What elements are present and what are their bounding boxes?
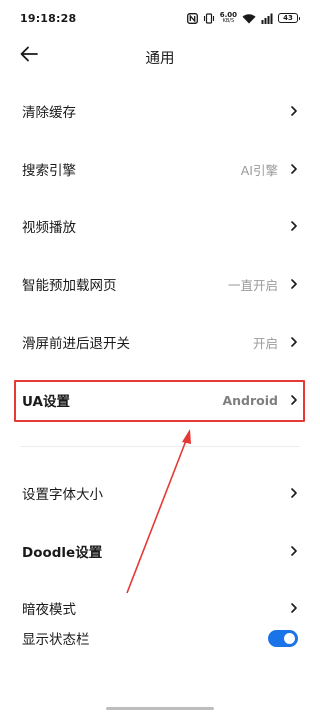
home-indicator[interactable]	[106, 707, 214, 710]
status-bar: 19:18:28 6.00 KB/S 43	[0, 0, 320, 36]
toggle-knob	[284, 632, 295, 644]
section-divider	[20, 446, 300, 447]
title-bar: 通用	[0, 36, 320, 76]
setting-value: 开启	[252, 335, 278, 351]
status-icons: 6.00 KB/S 43	[186, 12, 300, 25]
battery-icon: 43	[278, 13, 300, 23]
battery-level: 43	[283, 14, 293, 22]
setting-video-playback[interactable]: 视频播放	[0, 204, 320, 248]
chevron-right-icon	[290, 545, 298, 557]
setting-show-status-bar: 显示状态栏	[0, 616, 320, 660]
page-title: 通用	[145, 51, 175, 67]
setting-font-size[interactable]: 设置字体大小	[0, 471, 320, 515]
setting-label: UA设置	[22, 394, 70, 410]
chevron-right-icon	[290, 278, 298, 290]
setting-value: 一直开启	[227, 277, 278, 293]
chevron-right-icon	[290, 163, 298, 175]
setting-search-engine[interactable]: 搜索引擎 AI引擎	[0, 147, 320, 191]
net-speed-unit: KB/S	[222, 18, 235, 24]
chevron-right-icon	[290, 487, 298, 499]
setting-doodle[interactable]: Doodle设置	[0, 529, 320, 573]
setting-label: Doodle设置	[22, 545, 103, 561]
setting-label: 搜索引擎	[22, 163, 76, 179]
setting-label: 暗夜模式	[22, 602, 76, 618]
cellular-signal-icon	[261, 13, 273, 24]
setting-label: 清除缓存	[22, 105, 76, 121]
chevron-right-icon	[290, 220, 298, 232]
status-time: 19:18:28	[20, 11, 77, 25]
setting-smart-preload[interactable]: 智能预加载网页 一直开启	[0, 262, 320, 306]
chevron-right-icon	[290, 336, 298, 348]
chevron-right-icon	[290, 105, 298, 117]
setting-label: 智能预加载网页	[22, 278, 117, 294]
vibrate-icon	[203, 12, 215, 24]
setting-swipe-navigation[interactable]: 滑屏前进后退开关 开启	[0, 320, 320, 364]
setting-value: AI引擎	[240, 162, 278, 178]
setting-ua[interactable]: UA设置 Android	[0, 378, 320, 422]
setting-label: 显示状态栏	[22, 632, 90, 648]
status-bar-toggle[interactable]	[268, 629, 298, 647]
nfc-icon	[186, 12, 198, 24]
setting-value: Android	[222, 392, 278, 408]
setting-clear-cache[interactable]: 清除缓存	[0, 89, 320, 133]
wifi-icon	[242, 13, 256, 24]
chevron-right-icon	[290, 394, 298, 406]
setting-label: 视频播放	[22, 220, 76, 236]
setting-label: 滑屏前进后退开关	[22, 336, 130, 352]
net-speed-indicator: 6.00 KB/S	[220, 12, 237, 25]
chevron-right-icon	[290, 602, 298, 614]
setting-label: 设置字体大小	[22, 487, 103, 503]
